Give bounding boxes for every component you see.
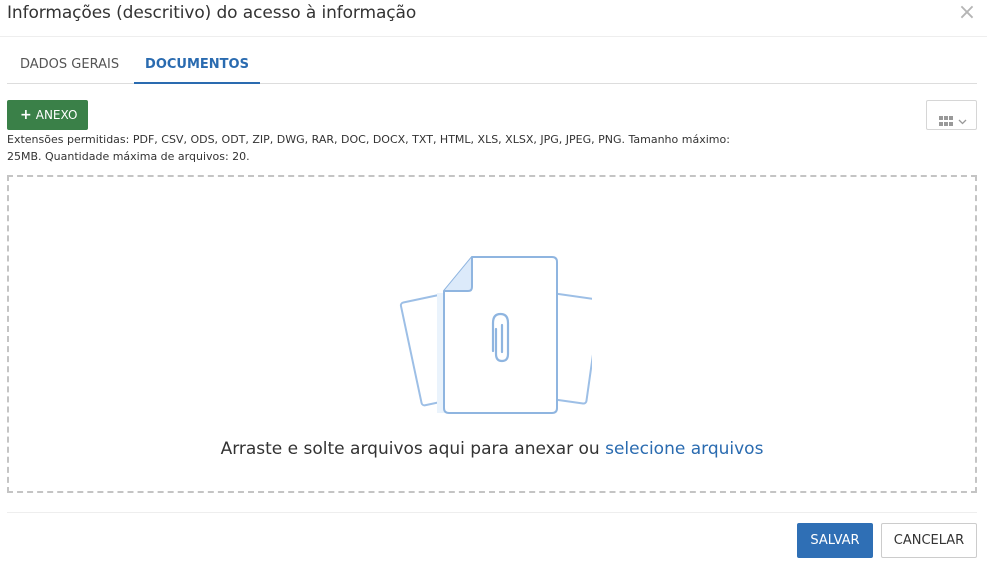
- tab-documentos[interactable]: DOCUMENTOS: [134, 46, 260, 84]
- select-files-link[interactable]: selecione arquivos: [605, 439, 763, 459]
- tab-bar: DADOS GERAIS DOCUMENTOS: [7, 46, 977, 84]
- view-toggle-button[interactable]: [926, 100, 977, 130]
- save-button[interactable]: SALVAR: [797, 523, 873, 558]
- footer-divider: [7, 512, 977, 513]
- chevron-down-icon: [958, 111, 967, 130]
- dropzone-text: Arraste e solte arquivos aqui para anexa…: [220, 439, 600, 459]
- close-icon[interactable]: ×: [957, 2, 977, 25]
- tab-dados-gerais[interactable]: DADOS GERAIS: [20, 46, 119, 84]
- plus-icon: +: [20, 107, 32, 123]
- modal-header: Informações (descritivo) do acesso à inf…: [0, 0, 987, 37]
- modal-dialog: Informações (descritivo) do acesso à inf…: [0, 0, 987, 564]
- grid-view-icon: [939, 111, 953, 130]
- paperclip-document-icon: [392, 255, 602, 419]
- cancel-button[interactable]: CANCELAR: [881, 523, 977, 558]
- add-anexo-button[interactable]: + ANEXO: [7, 100, 88, 130]
- dropzone-instructions: Arraste e solte arquivos aqui para anexa…: [9, 439, 975, 459]
- anexo-button-label: ANEXO: [35, 108, 78, 122]
- file-dropzone[interactable]: Arraste e solte arquivos aqui para anexa…: [7, 175, 977, 493]
- modal-title: Informações (descritivo) do acesso à inf…: [7, 3, 417, 23]
- allowed-extensions-help: Extensões permitidas: PDF, CSV, ODS, ODT…: [7, 133, 730, 163]
